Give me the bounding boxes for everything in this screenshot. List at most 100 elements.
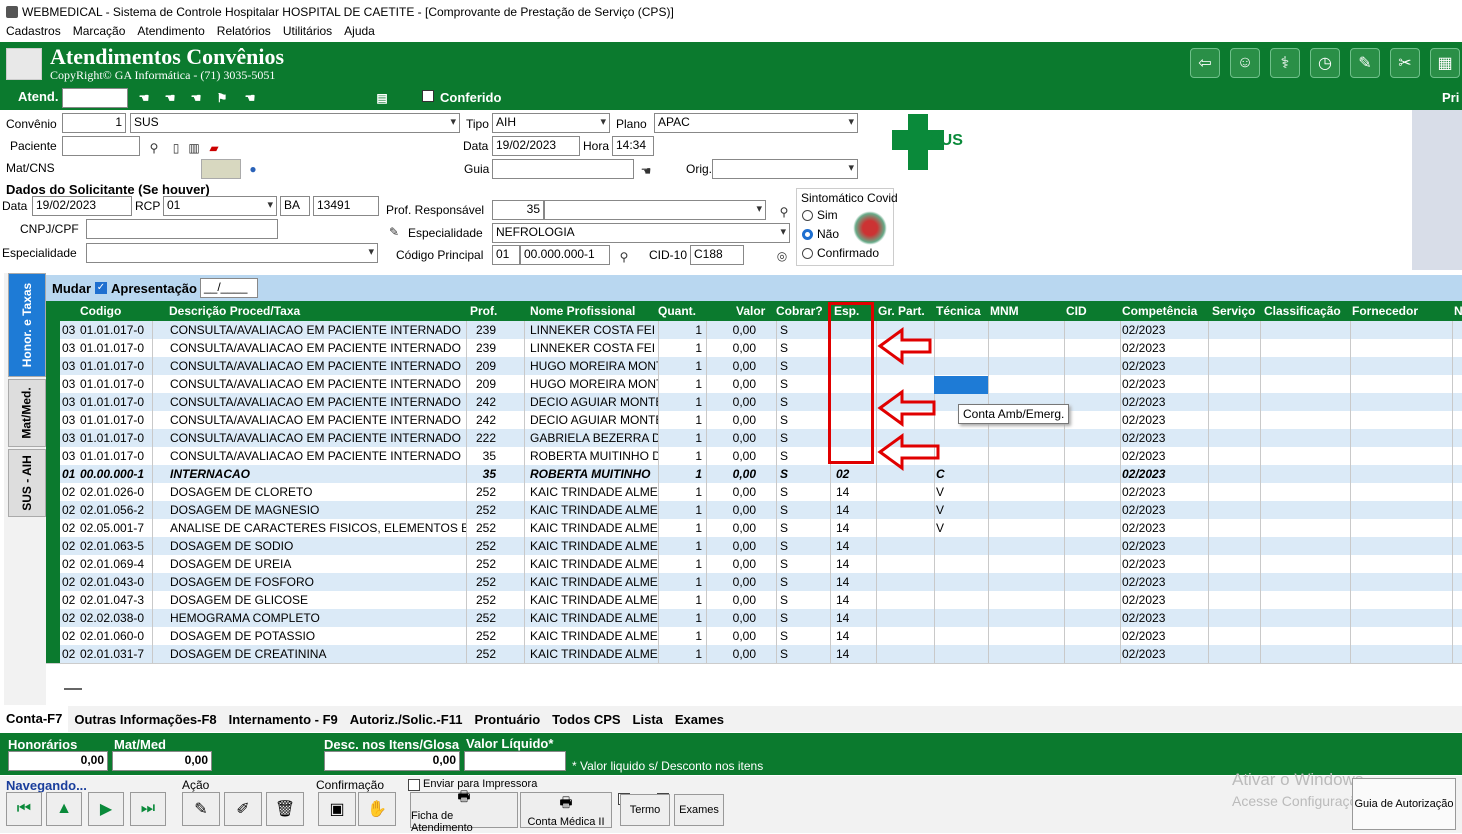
edit-button[interactable]: ✎ (182, 792, 220, 826)
guia-autorizacao-button[interactable]: Guia de Autorização (1352, 778, 1456, 830)
desc-value[interactable]: 0,00 (324, 751, 460, 771)
col-fornecedor[interactable]: Fornecedor (1352, 304, 1418, 318)
tab-conta[interactable]: Conta-F7 (0, 706, 69, 732)
table-row[interactable]: 01 00.00.000-1 INTERNACAO 35 ROBERTA MUITINH… (60, 465, 1462, 483)
col-gr-part[interactable]: Gr. Part. (878, 304, 925, 318)
col-quant[interactable]: Quant. (658, 304, 696, 318)
col-n[interactable]: N (1454, 304, 1462, 318)
col-cid[interactable]: CID (1066, 304, 1087, 318)
caduceus-icon[interactable]: ⚕ (1270, 48, 1300, 78)
covid-sim-radio[interactable] (802, 210, 813, 221)
guia-input[interactable] (492, 159, 634, 179)
cancel-button[interactable]: ✋ (358, 792, 396, 826)
covid-nao-radio[interactable] (802, 229, 813, 240)
tab-todos-cps[interactable]: Todos CPS (546, 712, 626, 727)
data-input[interactable]: 19/02/2023 (492, 136, 580, 156)
col-codigo[interactable]: Codigo (80, 304, 121, 318)
tipo-select[interactable]: AIH (492, 113, 610, 133)
col-prof[interactable]: Prof. (470, 304, 497, 318)
exames-button[interactable]: Exames (674, 794, 724, 826)
flag-icon[interactable]: ⚑ (214, 90, 230, 106)
card-icon[interactable]: ▰ (206, 140, 222, 156)
guia-hand-icon[interactable]: ☚ (638, 163, 654, 179)
crm-input[interactable]: 13491 (313, 196, 379, 216)
save-button[interactable]: ▣ (318, 792, 356, 826)
col-nome[interactable]: Nome Profissional (530, 304, 635, 318)
table-row[interactable]: 03 01.01.017-0 CONSULTA/AVALIACAO EM PACIE… (60, 339, 1462, 357)
table-row[interactable]: 02 02.05.001-7 ANALISE DE CARACTERES FISIC… (60, 519, 1462, 537)
menu-cadastros[interactable]: Cadastros (6, 24, 61, 42)
conferido-checkbox[interactable] (422, 90, 434, 102)
phone-icon[interactable]: ▤ (374, 90, 390, 106)
ficha-button[interactable]: 🖶 Ficha de Atendimento (410, 788, 518, 834)
binoculars-icon[interactable]: ⚲ (146, 140, 162, 156)
sol-data-input[interactable]: 19/02/2023 (32, 196, 132, 216)
table-row[interactable]: 02 02.01.063-5 DOSAGEM DE SODIO 252 KAIC TRI… (60, 537, 1462, 555)
clock-icon[interactable]: ◷ (1310, 48, 1340, 78)
tab-lista[interactable]: Lista (627, 712, 669, 727)
calculator-icon[interactable]: ▦ (1430, 48, 1460, 78)
rcp-select[interactable]: 01 (163, 196, 277, 216)
enviar-checkbox[interactable] (408, 779, 420, 791)
apresentacao-input[interactable]: __/____ (200, 278, 258, 298)
pencil-button[interactable]: ✐ (224, 792, 262, 826)
table-row[interactable]: 02 02.01.056-2 DOSAGEM DE MAGNESIO 252 KAIC … (60, 501, 1462, 519)
covid-conf-radio[interactable] (802, 248, 813, 259)
col-classificacao[interactable]: Classificação (1264, 304, 1341, 318)
plano-select[interactable]: APAC (654, 113, 858, 133)
table-row[interactable]: 03 01.01.017-0 CONSULTA/AVALIACAO EM PACIE… (60, 447, 1462, 465)
atend-input[interactable] (62, 88, 128, 108)
convenio-select[interactable]: SUS (130, 113, 460, 133)
col-competencia[interactable]: Competência (1122, 304, 1197, 318)
last-record-button[interactable]: ⏭ (130, 792, 166, 826)
cnpj-input[interactable] (86, 219, 278, 239)
tab-honor-taxas[interactable]: Honor. e Taxas (8, 273, 46, 377)
menu-atendimento[interactable]: Atendimento (137, 24, 204, 42)
hand-icon-4[interactable]: ☚ (242, 90, 258, 106)
tab-prontuario[interactable]: Prontuário (468, 712, 546, 727)
tools-icon[interactable]: ✂ (1390, 48, 1420, 78)
menu-ajuda[interactable]: Ajuda (344, 24, 375, 42)
orig-select[interactable] (712, 159, 858, 179)
conta-medica-button[interactable]: 🖶 Conta Médica II (520, 792, 612, 828)
document-icon[interactable]: ▯ (168, 140, 184, 156)
tab-sus-aih[interactable]: SUS - AIH (8, 449, 46, 517)
hand-icon-1[interactable]: ☚ (136, 90, 152, 106)
hand-icon-2[interactable]: ☚ (162, 90, 178, 106)
table-row[interactable]: 03 01.01.017-0 CONSULTA/AVALIACAO EM PACIE… (60, 321, 1462, 339)
hora-input[interactable]: 14:34 (612, 136, 654, 156)
table-row[interactable]: 02 02.01.026-0 DOSAGEM DE CLORETO 252 KAIC T… (60, 483, 1462, 501)
user-add-icon[interactable]: ☺ (1230, 48, 1260, 78)
termo-button[interactable]: Termo (620, 794, 670, 826)
previous-record-button[interactable]: ▲ (46, 792, 82, 826)
matmed-value[interactable]: 0,00 (112, 751, 212, 771)
first-record-button[interactable]: ⏮ (6, 792, 42, 826)
table-row[interactable]: 03 01.01.017-0 CONSULTA/AVALIACAO EM PACIE… (60, 357, 1462, 375)
col-mnm[interactable]: MNM (990, 304, 1019, 318)
trash-button[interactable]: 🗑 (266, 792, 304, 826)
prof-resp-input[interactable]: 35 (492, 200, 544, 220)
codprinc-b-input[interactable]: 00.000.000-1 (520, 245, 610, 265)
tab-matmed[interactable]: Mat/Med. (8, 379, 46, 447)
paciente-input[interactable] (62, 136, 140, 156)
table-row[interactable]: 03 01.01.017-0 CONSULTA/AVALIACAO EM PACIE… (60, 411, 1462, 429)
tab-internamento[interactable]: Internamento - F9 (223, 712, 344, 727)
col-valor[interactable]: Valor (736, 304, 765, 318)
report-icon[interactable]: ✎ (1350, 48, 1380, 78)
col-cobrar[interactable]: Cobrar? (776, 304, 823, 318)
table-row[interactable]: 02 02.01.043-0 DOSAGEM DE FOSFORO 252 KAIC T… (60, 573, 1462, 591)
selected-cell[interactable] (934, 376, 988, 394)
target-icon[interactable]: ◎ (774, 248, 790, 264)
globe-icon[interactable]: ● (245, 161, 261, 177)
prof-search-icon[interactable]: ⚲ (776, 204, 792, 220)
apresentacao-checkbox[interactable]: ✓ (95, 282, 107, 294)
esp2-select[interactable]: NEFROLOGIA (492, 223, 790, 243)
scroll-handle[interactable] (64, 688, 82, 690)
menu-marcacao[interactable]: Marcação (73, 24, 126, 42)
print-icon[interactable]: ▥ (186, 140, 202, 156)
table-row[interactable]: 02 02.01.060-0 DOSAGEM DE POTASSIO 252 KAIC … (60, 627, 1462, 645)
tab-exames[interactable]: Exames (669, 712, 730, 727)
honorarios-value[interactable]: 0,00 (8, 751, 108, 771)
table-row[interactable]: 03 01.01.017-0 CONSULTA/AVALIACAO EM PACIE… (60, 429, 1462, 447)
convenio-code-input[interactable]: 1 (62, 113, 126, 133)
